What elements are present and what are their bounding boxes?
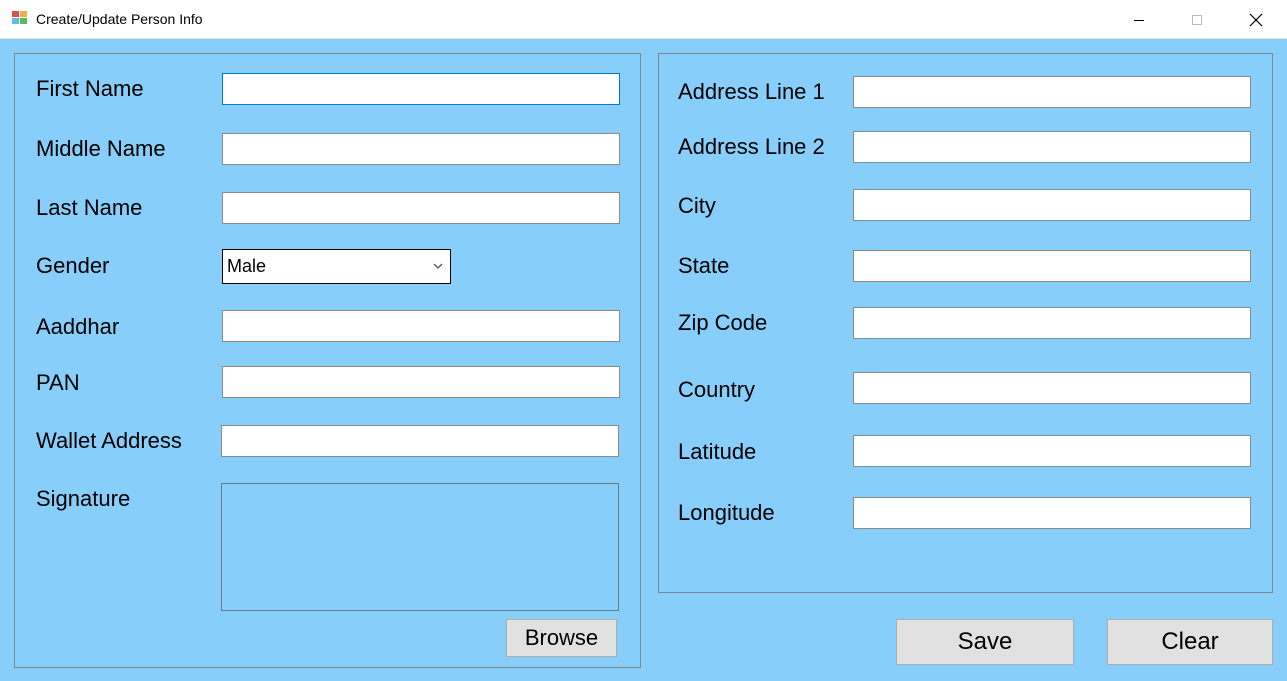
longitude-input[interactable] xyxy=(853,497,1251,529)
state-label: State xyxy=(678,253,730,278)
wallet-address-label: Wallet Address xyxy=(36,428,182,453)
wallet-address-input[interactable] xyxy=(221,425,619,457)
address-line2-input[interactable] xyxy=(853,131,1251,163)
browse-button[interactable]: Browse xyxy=(506,619,617,657)
maximize-button[interactable] xyxy=(1168,0,1226,39)
middle-name-label: Middle Name xyxy=(36,136,166,161)
last-name-label: Last Name xyxy=(36,195,143,220)
chevron-down-icon xyxy=(433,263,443,269)
minimize-button[interactable] xyxy=(1110,0,1168,39)
signature-image-box xyxy=(221,483,619,611)
signature-label: Signature xyxy=(36,486,131,511)
title-bar: Create/Update Person Info xyxy=(0,0,1287,39)
state-input[interactable] xyxy=(853,250,1251,282)
aadhar-input[interactable] xyxy=(222,310,620,342)
form-client-area: First Name Middle Name Last Name Gender … xyxy=(0,39,1287,681)
maximize-icon xyxy=(1192,14,1202,25)
address-line2-label: Address Line 2 xyxy=(678,134,825,159)
country-input[interactable] xyxy=(853,372,1251,404)
zip-code-label: Zip Code xyxy=(678,310,768,335)
save-button[interactable]: Save xyxy=(896,619,1074,665)
country-label: Country xyxy=(678,377,756,402)
zip-code-input[interactable] xyxy=(853,307,1251,339)
aadhar-label: Aaddhar xyxy=(36,314,120,339)
close-button[interactable] xyxy=(1227,0,1285,39)
clear-button[interactable]: Clear xyxy=(1107,619,1273,665)
close-icon xyxy=(1249,13,1263,26)
minimize-icon xyxy=(1134,19,1144,21)
latitude-input[interactable] xyxy=(853,435,1251,467)
gender-label: Gender xyxy=(36,253,110,278)
longitude-label: Longitude xyxy=(678,500,775,525)
city-input[interactable] xyxy=(853,189,1251,221)
first-name-input[interactable] xyxy=(222,73,620,105)
latitude-label: Latitude xyxy=(678,439,757,464)
pan-label: PAN xyxy=(36,370,80,395)
first-name-label: First Name xyxy=(36,76,144,101)
address-line1-label: Address Line 1 xyxy=(678,79,825,104)
window-title: Create/Update Person Info xyxy=(36,11,203,27)
pan-input[interactable] xyxy=(222,366,620,398)
gender-select[interactable]: Male xyxy=(222,249,451,284)
gender-selected-value: Male xyxy=(227,256,267,276)
middle-name-input[interactable] xyxy=(222,133,620,165)
address-line1-input[interactable] xyxy=(853,76,1251,108)
last-name-input[interactable] xyxy=(222,192,620,224)
app-form-icon xyxy=(12,11,30,27)
city-label: City xyxy=(678,193,716,218)
